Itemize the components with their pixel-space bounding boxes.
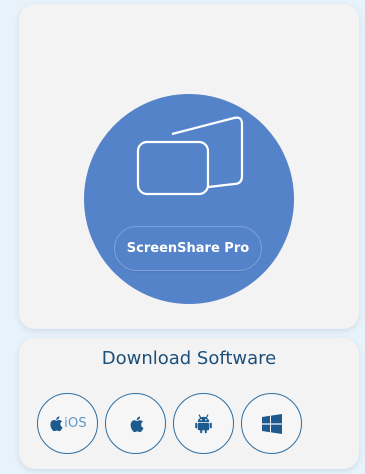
app-name: ScreenShare Pro: [126, 241, 250, 256]
apple-icon: [130, 415, 143, 432]
android-download-button[interactable]: [173, 393, 234, 454]
windows-download-button[interactable]: [241, 393, 302, 454]
download-card: Download Software iOS: [19, 338, 359, 469]
android-icon: [195, 413, 212, 433]
screens-icon: [136, 116, 244, 196]
apple-icon: [50, 416, 63, 432]
mac-download-button[interactable]: [105, 393, 166, 454]
ios-label: iOS: [64, 416, 87, 431]
platform-buttons: iOS: [37, 393, 302, 454]
ios-download-button[interactable]: iOS: [37, 393, 98, 454]
download-title: Download Software: [101, 348, 277, 369]
windows-icon: [261, 413, 282, 434]
app-name-badge: ScreenShare Pro: [114, 226, 262, 271]
